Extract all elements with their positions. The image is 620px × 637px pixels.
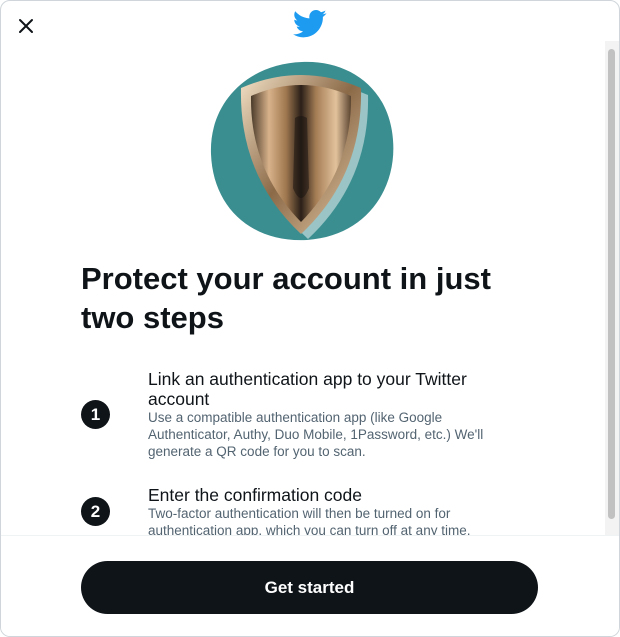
step-number-badge: 1: [81, 400, 110, 429]
shield-icon: [210, 61, 394, 241]
page-title: Protect your account in just two steps: [81, 261, 491, 335]
close-icon: [19, 19, 33, 33]
step-description: Use a compatible authentication app (lik…: [148, 410, 484, 459]
step-description: Two-factor authentication will then be t…: [148, 506, 471, 538]
step-title: Enter the confirmation code: [148, 485, 363, 505]
scrollbar[interactable]: [605, 41, 619, 536]
step-title: Link an authentication app to your Twitt…: [148, 369, 467, 409]
step-text: Link an authentication app to your Twitt…: [148, 369, 508, 460]
close-button[interactable]: [11, 11, 41, 41]
step-number-badge: 2: [81, 497, 110, 526]
two-factor-dialog: Protect your account in just two steps 1…: [0, 0, 620, 637]
scrollbar-thumb[interactable]: [608, 49, 615, 519]
get-started-button[interactable]: Get started: [81, 561, 538, 614]
twitter-bird-icon: [293, 9, 327, 38]
step-text: Enter the confirmation code Two-factor a…: [148, 485, 508, 539]
dialog-footer: Get started: [1, 536, 619, 636]
